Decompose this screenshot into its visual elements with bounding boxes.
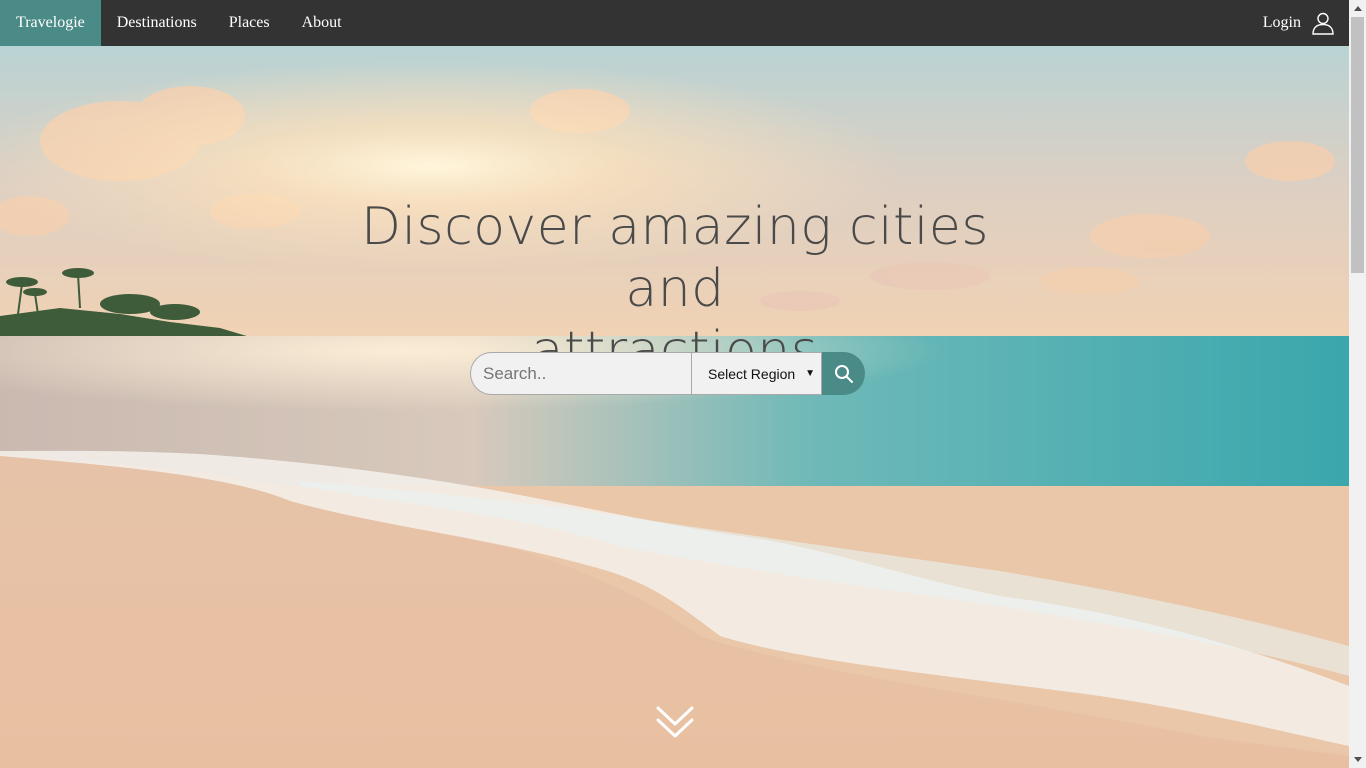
- search-icon: [834, 364, 853, 383]
- nav-link-destinations[interactable]: Destinations: [101, 0, 213, 46]
- search-input[interactable]: [470, 352, 691, 395]
- nav-link-places[interactable]: Places: [213, 0, 286, 46]
- page-scrollbar[interactable]: [1349, 0, 1366, 768]
- search-button[interactable]: [822, 352, 865, 395]
- nav-link-about[interactable]: About: [286, 0, 358, 46]
- user-icon: [1312, 12, 1334, 35]
- scroll-up-arrow-icon[interactable]: [1349, 0, 1366, 17]
- login-label: Login: [1262, 14, 1301, 31]
- hero-title-line1: Discover amazing cities and: [361, 197, 989, 319]
- double-chevron-down-icon: [656, 706, 694, 738]
- region-select-value: Select Region: [708, 365, 796, 382]
- navbar: Travelogie Destinations Places About Log…: [0, 0, 1349, 46]
- hero-section: Discover amazing cities and attractions …: [0, 46, 1349, 768]
- hero-background-image: [0, 46, 1349, 768]
- login-button[interactable]: Login: [1263, 0, 1349, 46]
- scroll-down-arrow-icon[interactable]: [1349, 751, 1366, 768]
- chevron-down-icon: ▼: [805, 368, 815, 379]
- brand-link[interactable]: Travelogie: [0, 0, 101, 46]
- scrollbar-thumb[interactable]: [1351, 17, 1364, 273]
- scroll-down-button[interactable]: [654, 702, 696, 742]
- search-bar: Select Region ▼: [470, 352, 865, 395]
- region-select[interactable]: Select Region ▼: [691, 352, 822, 395]
